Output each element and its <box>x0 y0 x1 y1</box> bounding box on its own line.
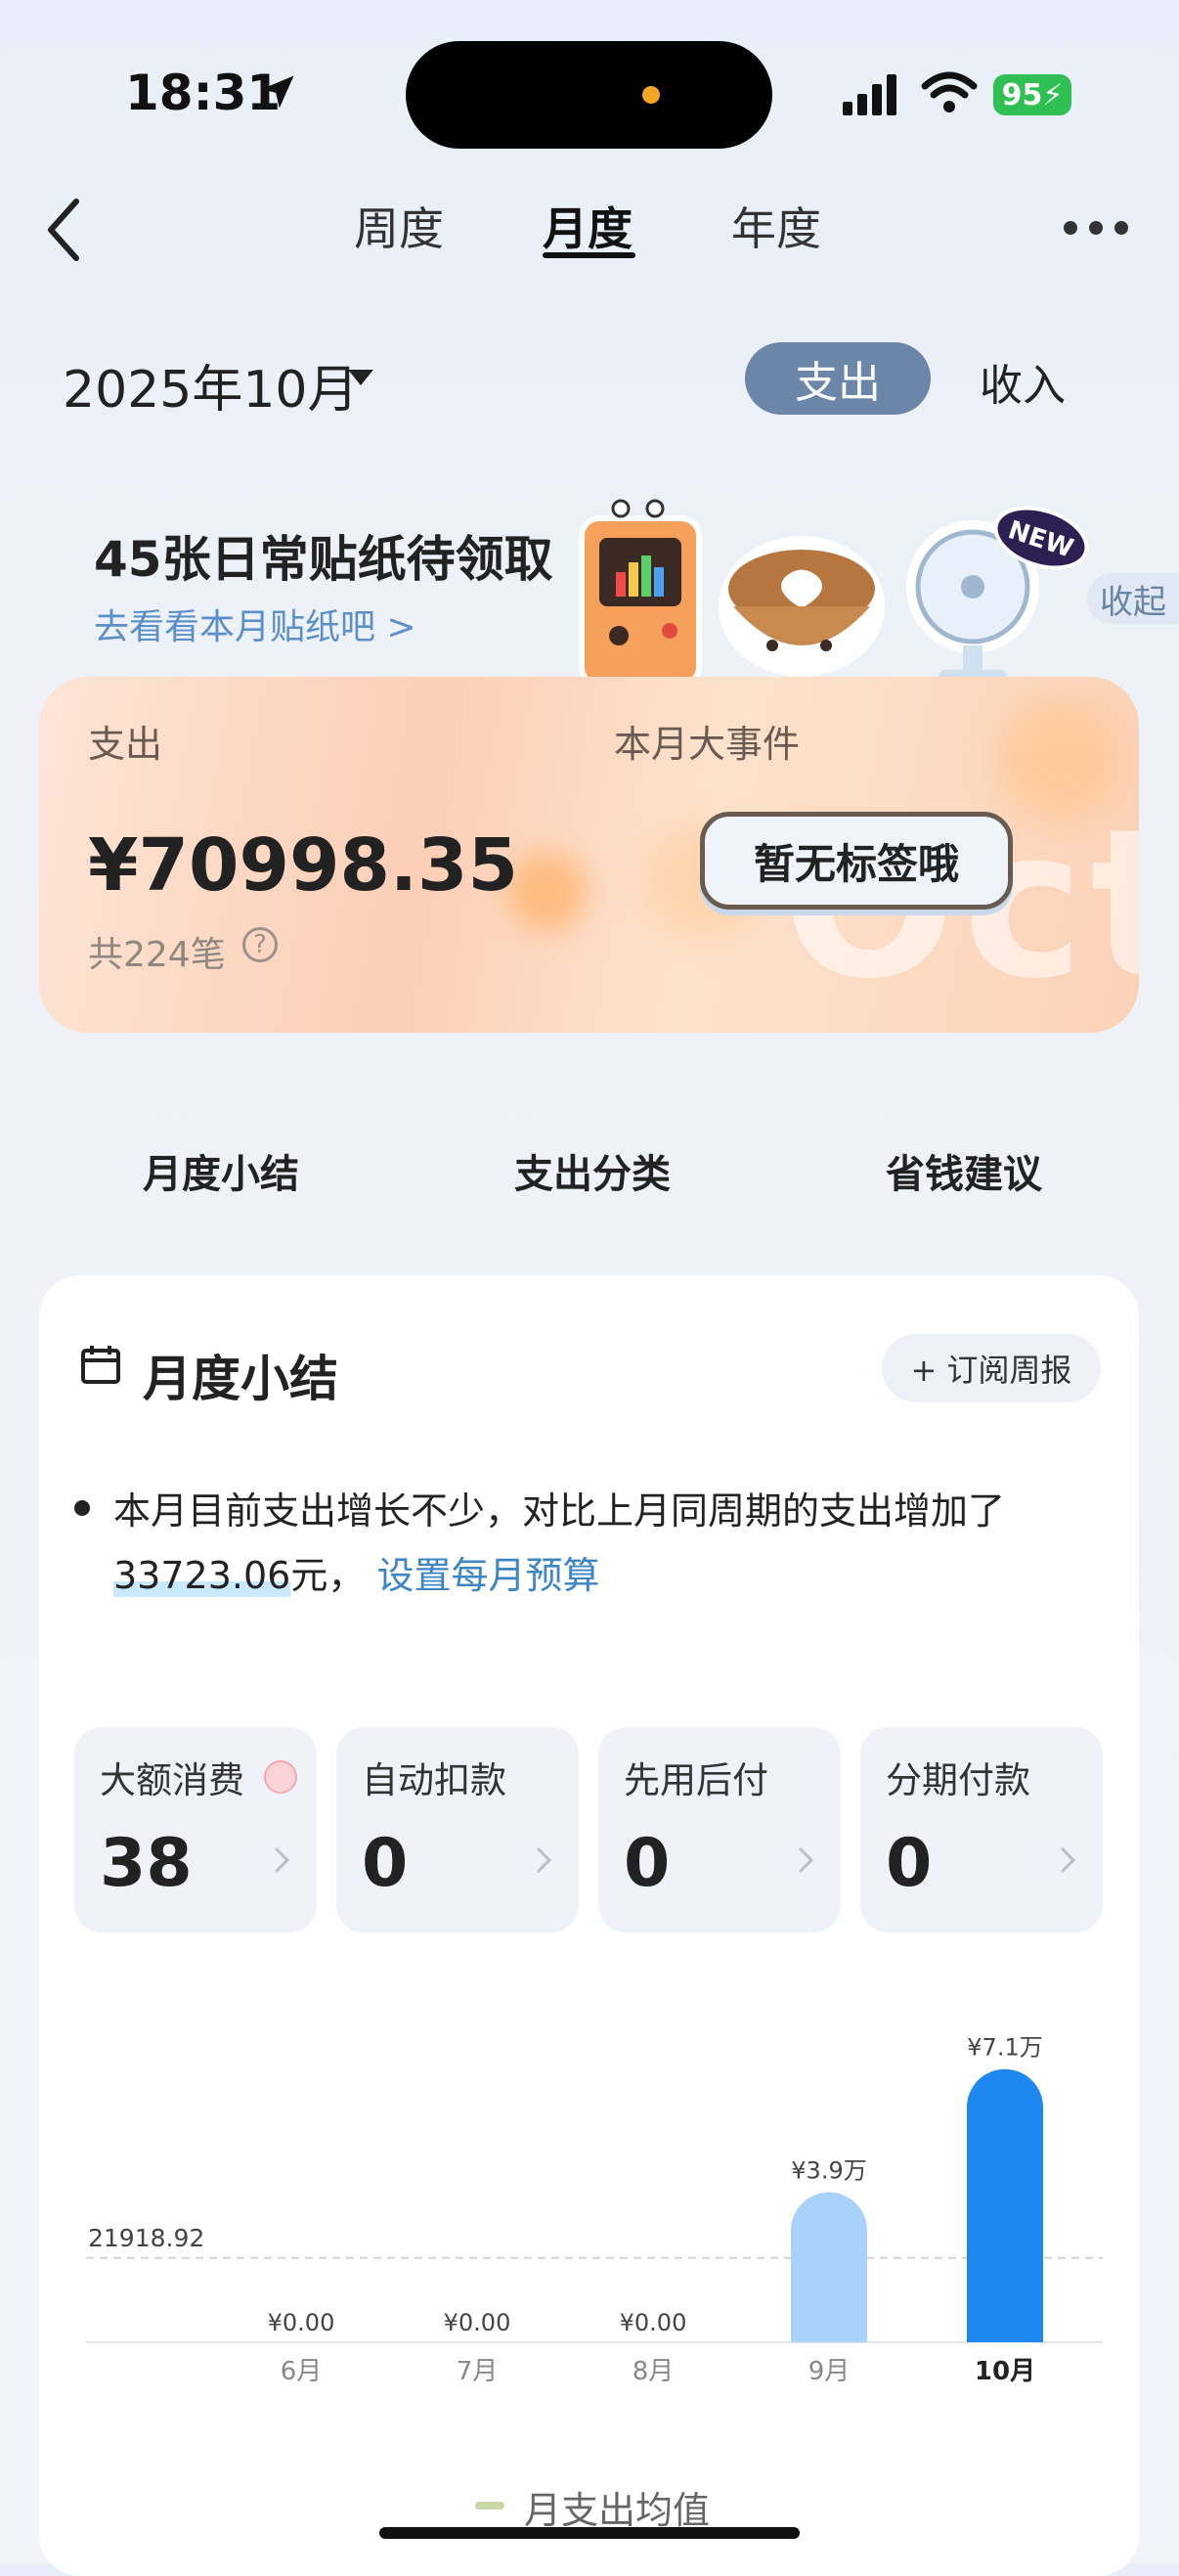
sticker-illustrations[interactable]: NEW <box>562 499 1090 685</box>
total-expense-amount: ¥70998.35 <box>88 823 519 908</box>
chevron-right-icon <box>274 1846 290 1874</box>
transaction-count: 共224笔 <box>88 935 226 975</box>
help-icon[interactable]: ? <box>242 927 278 962</box>
dynamic-island <box>406 41 772 149</box>
tile-label: 自动扣款 <box>362 1759 506 1801</box>
home-indicator[interactable] <box>379 2527 800 2539</box>
tile-value: 0 <box>886 1825 933 1902</box>
tile-value: 0 <box>624 1825 671 1902</box>
coffee-cup-sticker-icon <box>719 536 885 677</box>
legend-average-marker <box>475 2502 504 2509</box>
battery-level: 95 <box>1001 77 1043 112</box>
bar-value-label: ¥0.00 <box>268 2309 335 2336</box>
game-console-sticker-icon <box>579 499 702 685</box>
increase-amount: 33723.06 <box>113 1554 291 1597</box>
stat-tile-auto-debit[interactable]: 自动扣款 0 <box>336 1727 579 1932</box>
chart-bar <box>791 2192 867 2342</box>
summary-text-before: 本月目前支出增长不少，对比上月同周期的支出增加了 <box>113 1489 1006 1532</box>
summary-text-after: 元， <box>290 1554 366 1597</box>
tab-month[interactable]: 月度 <box>543 194 633 258</box>
x-tick-label: 10月 <box>975 2357 1035 2386</box>
chart-bar <box>967 2068 1043 2342</box>
cellular-signal-icon <box>843 74 896 115</box>
set-budget-link[interactable]: 设置每月预算 <box>376 1554 599 1597</box>
stat-tile-large-purchase[interactable]: 大额消费 38 <box>74 1727 317 1932</box>
tab-year[interactable]: 年度 <box>731 194 821 258</box>
x-tick-label: 8月 <box>633 2357 675 2386</box>
stat-tile-buy-now-pay-later[interactable]: 先用后付 0 <box>598 1727 841 1932</box>
section-tab-saving-tips[interactable]: 省钱建议 <box>886 1142 1042 1199</box>
tile-label: 分期付款 <box>886 1759 1030 1801</box>
no-tag-badge[interactable]: 暂无标签哦 <box>700 812 1013 910</box>
summary-text: 本月目前支出增长不少，对比上月同周期的支出增加了 33723.06元， 设置每月预… <box>113 1479 1091 1608</box>
bar-value-label: ¥3.9万 <box>791 2157 866 2185</box>
battery-indicator: 95 ⚡ <box>993 74 1071 115</box>
segment-expense[interactable]: 支出 <box>745 342 931 415</box>
panel-title: 月度小结 <box>143 1351 338 1407</box>
section-tab-monthly-summary[interactable]: 月度小结 <box>143 1142 299 1199</box>
tile-label: 大额消费 <box>100 1759 244 1801</box>
month-selector[interactable]: 2025年10月 <box>63 348 359 422</box>
privacy-indicator-dot <box>642 86 660 104</box>
stat-tile-installment[interactable]: 分期付款 0 <box>860 1727 1103 1932</box>
tile-value: 38 <box>100 1825 193 1902</box>
location-arrow-icon <box>261 75 294 109</box>
wifi-icon <box>921 71 978 112</box>
calendar-icon <box>81 1346 120 1384</box>
monthly-expense-card[interactable]: Oct 支出 本月大事件 ¥70998.35 共224笔 ? 暂无标签哦 <box>39 677 1139 1033</box>
tile-label: 先用后付 <box>624 1759 768 1801</box>
back-icon[interactable] <box>41 196 90 264</box>
average-value-label: 21918.92 <box>88 2224 204 2252</box>
caret-down-icon[interactable] <box>348 370 373 385</box>
sticker-banner-title[interactable]: 45张日常贴纸待领取 <box>94 520 553 591</box>
x-tick-label: 7月 <box>457 2357 499 2386</box>
x-tick-label: 6月 <box>281 2357 323 2386</box>
subscribe-weekly-button[interactable]: + 订阅周报 <box>882 1334 1101 1402</box>
alert-dot-icon <box>264 1760 297 1794</box>
x-tick-label: 9月 <box>808 2357 851 2386</box>
sticker-banner-link[interactable]: 去看看本月贴纸吧 > <box>94 599 416 649</box>
expense-label: 支出 <box>88 723 163 766</box>
tile-value: 0 <box>362 1825 409 1902</box>
monthly-expense-bar-chart: 21918.92 ¥0.00 6月 ¥0.00 7月 ¥0.00 8月 ¥3.9万 9月 ¥7.1… <box>86 2034 1103 2386</box>
bar-value-label: ¥7.1万 <box>967 2034 1042 2062</box>
charging-bolt-icon: ⚡ <box>1042 77 1064 112</box>
collapse-button[interactable]: 收起 <box>1087 573 1179 624</box>
bar-value-label: ¥0.00 <box>444 2309 511 2336</box>
chevron-right-icon <box>536 1846 552 1874</box>
more-menu-icon[interactable] <box>1064 221 1128 237</box>
bar-value-label: ¥0.00 <box>620 2309 687 2336</box>
segment-income[interactable]: 收入 <box>980 350 1066 413</box>
decor-blob <box>508 853 587 931</box>
chevron-right-icon <box>798 1846 814 1874</box>
bullet-dot <box>74 1500 90 1516</box>
tab-week[interactable]: 周度 <box>354 194 444 258</box>
active-tab-underline <box>543 252 635 258</box>
events-label: 本月大事件 <box>614 723 801 766</box>
chevron-right-icon <box>1060 1846 1076 1874</box>
section-tab-expense-category[interactable]: 支出分类 <box>514 1142 671 1199</box>
legend-average-label: 月支出均值 <box>524 2489 711 2532</box>
